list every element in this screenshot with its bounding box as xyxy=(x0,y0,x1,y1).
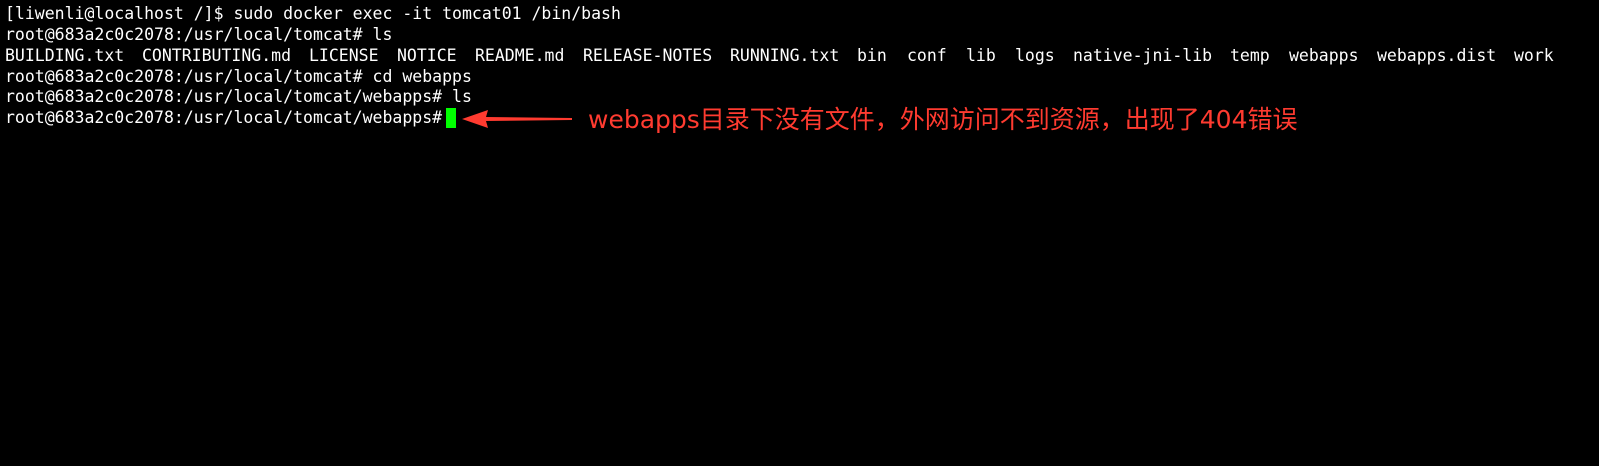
arrow-left-icon xyxy=(462,110,572,128)
terminal-line-docker-exec: [liwenli@localhost /]$ sudo docker exec … xyxy=(5,4,621,23)
annotation-text: webapps目录下没有文件，外网访问不到资源，出现了404错误 xyxy=(588,105,1298,134)
ls-entry: README.md xyxy=(475,46,565,65)
ls-entry: LICENSE xyxy=(309,46,379,65)
ls-entry: BUILDING.txt xyxy=(5,46,125,65)
ls-entry: bin xyxy=(857,46,887,65)
ls-entry: NOTICE xyxy=(397,46,457,65)
ls-entry: webapps.dist xyxy=(1377,46,1497,65)
ls-entry: temp xyxy=(1230,46,1270,65)
ls-entry: RELEASE-NOTES xyxy=(583,46,713,65)
terminal-line-prompt[interactable]: root@683a2c0c2078:/usr/local/tomcat/weba… xyxy=(5,108,452,128)
terminal-line-ls-webapps: root@683a2c0c2078:/usr/local/tomcat/weba… xyxy=(5,87,472,106)
ls-entry: work xyxy=(1514,46,1554,65)
terminal-window[interactable]: [liwenli@localhost /]$ sudo docker exec … xyxy=(0,0,1599,466)
ls-entry: logs xyxy=(1015,46,1055,65)
ls-entry: webapps xyxy=(1289,46,1359,65)
ls-entry: native-jni-lib xyxy=(1073,46,1213,65)
ls-entry: CONTRIBUTING.md xyxy=(142,46,292,65)
ls-entry: conf xyxy=(907,46,947,65)
ls-entry: RUNNING.txt xyxy=(730,46,840,65)
ls-entry: lib xyxy=(966,46,996,65)
terminal-cursor xyxy=(446,108,456,128)
terminal-line-ls-tomcat: root@683a2c0c2078:/usr/local/tomcat# ls xyxy=(5,25,393,44)
terminal-line-cd-webapps: root@683a2c0c2078:/usr/local/tomcat# cd … xyxy=(5,67,472,86)
